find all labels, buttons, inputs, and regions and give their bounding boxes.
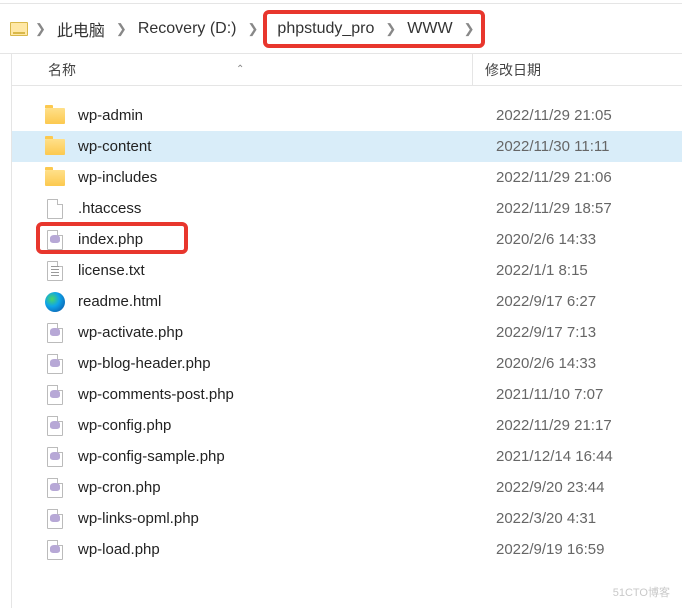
file-list: wp-admin2022/11/29 21:05wp-content2022/1… [12, 86, 682, 565]
file-name: .htaccess [78, 200, 488, 217]
file-row[interactable]: wp-activate.php2022/9/17 7:13 [12, 317, 682, 348]
file-date: 2022/9/17 7:13 [488, 324, 682, 341]
chevron-right-icon: ❯ [383, 21, 398, 37]
file-icon [44, 198, 66, 220]
php-file-icon [44, 508, 66, 530]
file-name: wp-admin [78, 107, 488, 124]
file-date: 2022/11/30 11:11 [488, 138, 682, 155]
breadcrumb-item[interactable]: Recovery (D:) [132, 16, 243, 42]
file-date: 2022/9/17 6:27 [488, 293, 682, 310]
file-date: 2022/9/19 16:59 [488, 541, 682, 558]
file-date: 2022/11/29 18:57 [488, 200, 682, 217]
php-file-icon [44, 353, 66, 375]
file-date: 2021/11/10 7:07 [488, 386, 682, 403]
drive-icon [10, 22, 28, 36]
edge-icon [44, 291, 66, 313]
sidebar-edge [0, 54, 12, 608]
php-file-icon [44, 477, 66, 499]
file-date: 2022/9/20 23:44 [488, 479, 682, 496]
file-date: 2020/2/6 14:33 [488, 355, 682, 372]
file-name: wp-cron.php [78, 479, 488, 496]
file-row[interactable]: .htaccess2022/11/29 18:57 [12, 193, 682, 224]
chevron-right-icon: ❯ [114, 21, 129, 37]
php-file-icon [44, 384, 66, 406]
folder-icon [44, 105, 66, 127]
file-name: wp-blog-header.php [78, 355, 488, 372]
php-file-icon [44, 229, 66, 251]
breadcrumb[interactable]: ❯ 此电脑 ❯ Recovery (D:) ❯ phpstudy_pro ❯ W… [0, 4, 682, 54]
file-name: wp-comments-post.php [78, 386, 488, 403]
file-name: wp-links-opml.php [78, 510, 488, 527]
breadcrumb-highlight: phpstudy_pro ❯ WWW ❯ [263, 10, 484, 48]
file-row[interactable]: readme.html2022/9/17 6:27 [12, 286, 682, 317]
breadcrumb-item[interactable]: WWW [401, 16, 458, 42]
file-row[interactable]: license.txt2022/1/1 8:15 [12, 255, 682, 286]
file-name: wp-config-sample.php [78, 448, 488, 465]
file-row[interactable]: wp-comments-post.php2021/11/10 7:07 [12, 379, 682, 410]
file-row[interactable]: wp-load.php2022/9/19 16:59 [12, 534, 682, 565]
file-row[interactable]: wp-config.php2022/11/29 21:17 [12, 410, 682, 441]
file-row[interactable]: wp-cron.php2022/9/20 23:44 [12, 472, 682, 503]
file-date: 2022/11/29 21:17 [488, 417, 682, 434]
file-date: 2022/11/29 21:05 [488, 107, 682, 124]
file-name: license.txt [78, 262, 488, 279]
file-name: wp-content [78, 138, 488, 155]
file-row[interactable]: wp-blog-header.php2020/2/6 14:33 [12, 348, 682, 379]
file-area: 名称 ⌃ 修改日期 wp-admin2022/11/29 21:05wp-con… [12, 54, 682, 608]
file-date: 2022/11/29 21:06 [488, 169, 682, 186]
file-row[interactable]: wp-content2022/11/30 11:11 [12, 131, 682, 162]
content-area: 名称 ⌃ 修改日期 wp-admin2022/11/29 21:05wp-con… [0, 54, 682, 608]
file-row[interactable]: wp-admin2022/11/29 21:05 [12, 100, 682, 131]
chevron-right-icon: ❯ [462, 21, 477, 37]
column-name-header[interactable]: 名称 ⌃ [12, 60, 472, 80]
file-row[interactable]: index.php2020/2/6 14:33 [12, 224, 682, 255]
file-row[interactable]: wp-includes2022/11/29 21:06 [12, 162, 682, 193]
chevron-right-icon: ❯ [33, 21, 48, 37]
breadcrumb-item[interactable]: 此电脑 [51, 13, 111, 45]
php-file-icon [44, 446, 66, 468]
column-name-label: 名称 [48, 60, 76, 80]
php-file-icon [44, 539, 66, 561]
text-file-icon [44, 260, 66, 282]
folder-icon [44, 167, 66, 189]
file-row[interactable]: wp-links-opml.php2022/3/20 4:31 [12, 503, 682, 534]
file-name: wp-load.php [78, 541, 488, 558]
breadcrumb-item[interactable]: phpstudy_pro [271, 16, 380, 42]
file-name: wp-includes [78, 169, 488, 186]
file-name: readme.html [78, 293, 488, 310]
column-date-header[interactable]: 修改日期 [473, 60, 682, 80]
file-date: 2021/12/14 16:44 [488, 448, 682, 465]
file-row[interactable]: wp-config-sample.php2021/12/14 16:44 [12, 441, 682, 472]
sort-caret-icon: ⌃ [236, 64, 244, 75]
folder-icon [44, 136, 66, 158]
file-name: index.php [78, 231, 488, 248]
file-name: wp-activate.php [78, 324, 488, 341]
php-file-icon [44, 415, 66, 437]
php-file-icon [44, 322, 66, 344]
file-date: 2022/1/1 8:15 [488, 262, 682, 279]
file-name: wp-config.php [78, 417, 488, 434]
file-date: 2022/3/20 4:31 [488, 510, 682, 527]
chevron-right-icon: ❯ [246, 21, 261, 37]
columns-header: 名称 ⌃ 修改日期 [12, 54, 682, 86]
file-date: 2020/2/6 14:33 [488, 231, 682, 248]
